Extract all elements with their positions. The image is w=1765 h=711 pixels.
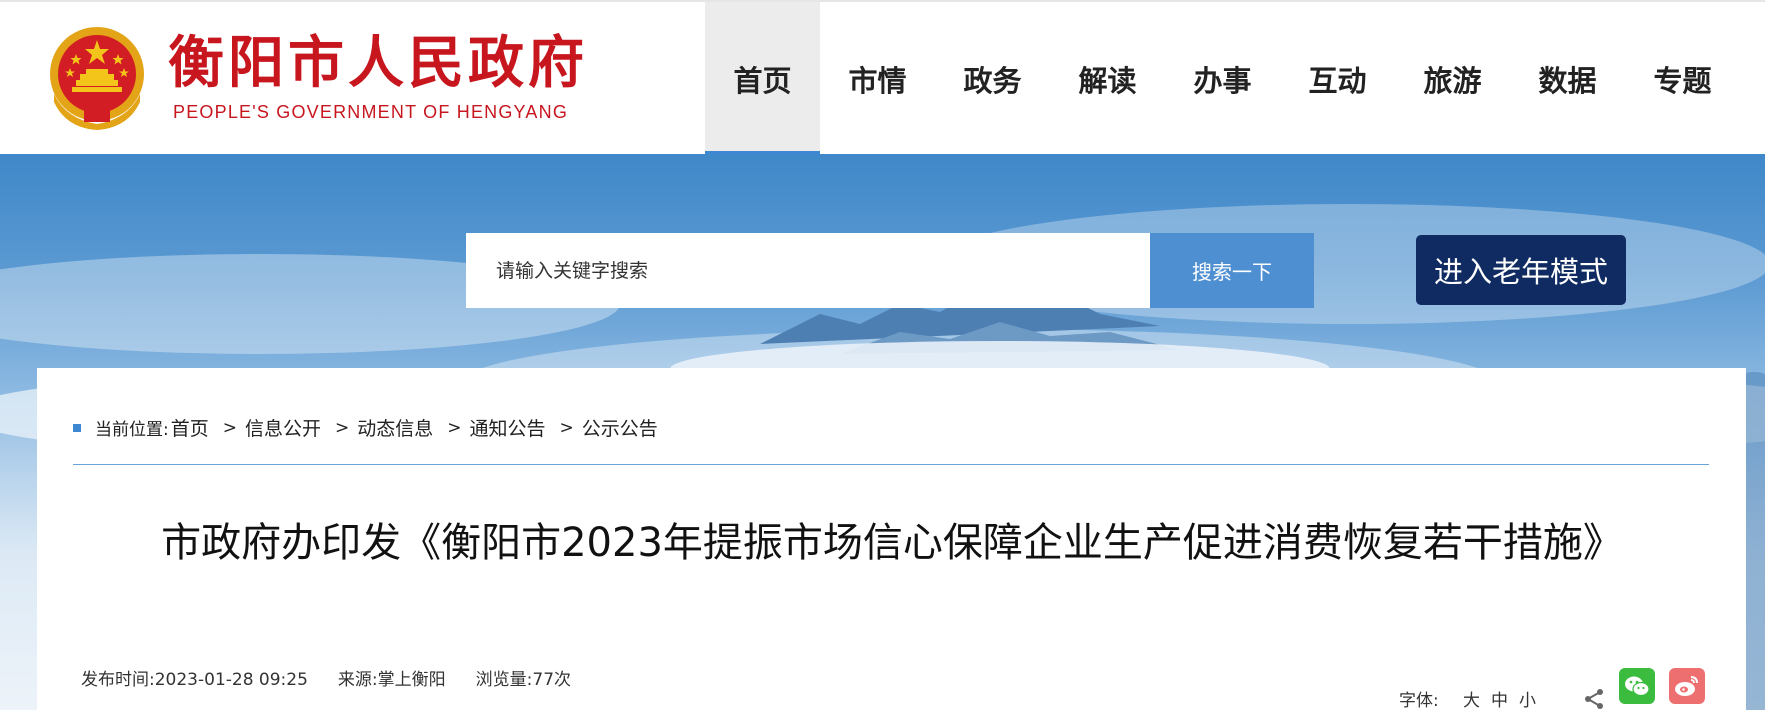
article-tools: 字体: 大 中 小 [1399,668,1719,711]
nav-item-topics[interactable]: 专题 [1625,2,1740,156]
site-subtitle: PEOPLE'S GOVERNMENT OF HENGYANG [173,102,569,122]
breadcrumb-divider [73,464,1709,465]
breadcrumb-item-info-disclosure[interactable]: 信息公开 [245,414,321,441]
breadcrumb-item-home[interactable]: 首页 [171,414,209,441]
breadcrumb-label: 当前位置: [95,420,169,440]
breadcrumb-separator: > [335,417,350,438]
font-size-label: 字体: [1399,691,1439,711]
article-meta: 发布时间:2023-01-28 09:25 来源:掌上衡阳 浏览量:77次 [81,665,601,690]
breadcrumb-separator: > [559,417,574,438]
font-size-medium[interactable]: 中 [1491,686,1508,711]
article-source: 来源:掌上衡阳 [337,670,446,690]
breadcrumb-item-notices[interactable]: 通知公告 [470,414,546,441]
weibo-share-icon[interactable] [1669,668,1705,704]
national-emblem-icon[interactable] [46,24,148,132]
nav-item-government-affairs[interactable]: 政务 [935,2,1050,156]
breadcrumb-marker-icon [73,423,81,432]
nav-item-data[interactable]: 数据 [1510,2,1625,156]
breadcrumb-separator: > [447,417,462,438]
nav-item-services[interactable]: 办事 [1165,2,1280,156]
site-title[interactable]: 衡阳市人民政府 [168,28,588,98]
article-panel: 当前位置: 首页 > 信息公开 > 动态信息 > 通知公告 > 公示公告 市政府… [37,368,1746,711]
site-header: 衡阳市人民政府 PEOPLE'S GOVERNMENT OF HENGYANG … [0,0,1765,156]
main-nav: 首页 市情 政务 解读 办事 互动 旅游 数据 专题 [705,2,1740,156]
search-button[interactable]: 搜索一下 [1150,233,1314,308]
elder-mode-button[interactable]: 进入老年模式 [1416,235,1626,305]
view-count: 浏览量:77次 [475,670,572,690]
breadcrumb: 当前位置: 首页 > 信息公开 > 动态信息 > 通知公告 > 公示公告 [73,414,658,441]
publish-time: 发布时间:2023-01-28 09:25 [81,670,308,690]
breadcrumb-item-public-announcements[interactable]: 公示公告 [582,414,658,441]
breadcrumb-item-news[interactable]: 动态信息 [357,414,433,441]
breadcrumb-separator: > [222,417,237,438]
font-size-small[interactable]: 小 [1519,686,1536,711]
font-size-large[interactable]: 大 [1463,686,1480,711]
nav-item-tourism[interactable]: 旅游 [1395,2,1510,156]
nav-item-home[interactable]: 首页 [705,2,820,156]
share-icon[interactable] [1583,688,1605,710]
search-input[interactable] [466,233,1150,308]
article-title: 市政府办印发《衡阳市2023年提振市场信心保障企业生产促进消费恢复若干措施》 [161,520,1623,566]
nav-item-interaction[interactable]: 互动 [1280,2,1395,156]
nav-item-interpretation[interactable]: 解读 [1050,2,1165,156]
nav-item-city-info[interactable]: 市情 [820,2,935,156]
wechat-share-icon[interactable] [1619,668,1655,704]
